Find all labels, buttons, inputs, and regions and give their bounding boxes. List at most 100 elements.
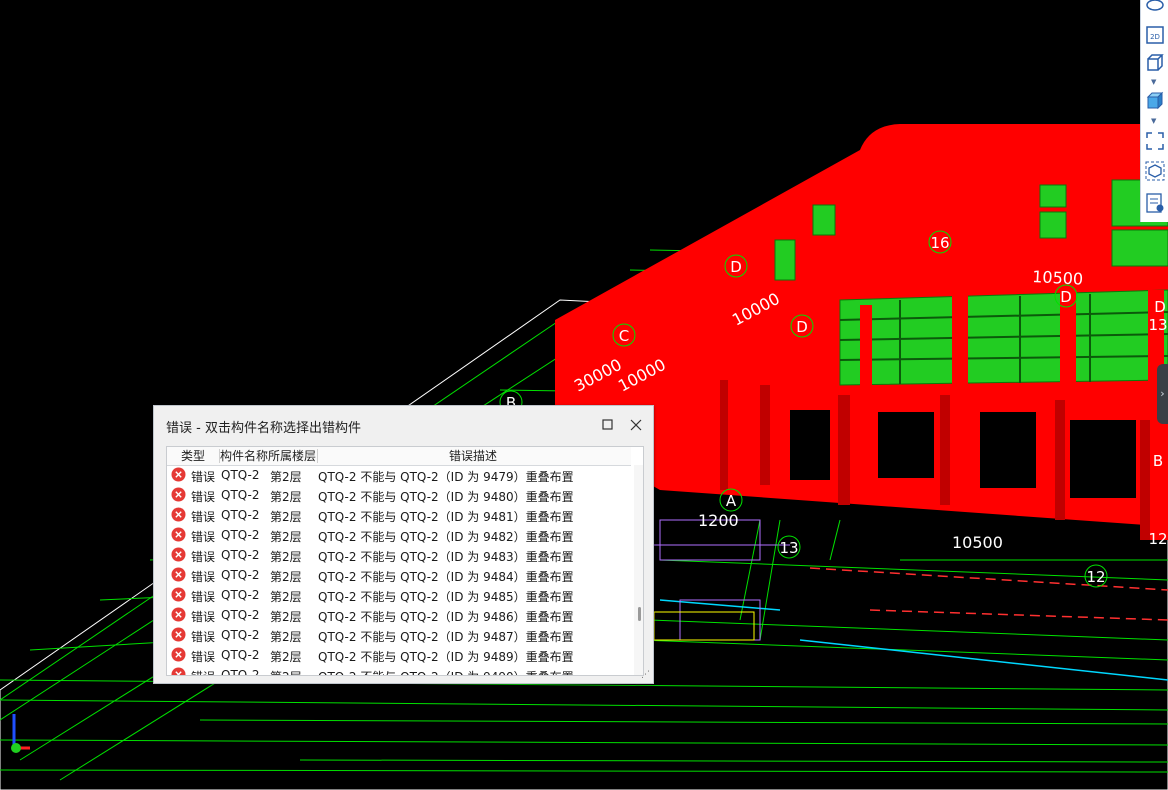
svg-text:2D: 2D: [1150, 33, 1160, 41]
orbit-icon[interactable]: [1144, 0, 1166, 22]
view-3d-dropdown-icon[interactable]: ▼: [1151, 79, 1156, 86]
cell-component-name[interactable]: QTQ-2: [221, 588, 260, 602]
view-2d-icon[interactable]: 2D: [1144, 24, 1166, 46]
column-header-description[interactable]: 错误描述: [449, 448, 497, 464]
dim-1200: 1200: [698, 511, 739, 530]
axis-label-d1: D: [730, 258, 742, 276]
cell-component-name[interactable]: QTQ-2: [221, 488, 260, 502]
scrollbar-thumb[interactable]: [638, 607, 641, 621]
table-row[interactable]: 错误 QTQ-2 第2层 QTQ-2 不能与 QTQ-2（ID 为 9484）重叠布置: [167, 565, 637, 585]
cell-component-name[interactable]: QTQ-2: [221, 608, 260, 622]
error-circle-icon: [171, 547, 186, 562]
table-row[interactable]: 错误 QTQ-2 第2层 QTQ-2 不能与 QTQ-2（ID 为 9480）重叠布置: [167, 485, 637, 505]
error-circle-icon: [171, 567, 186, 582]
cell-type: 错误: [191, 490, 216, 504]
table-row[interactable]: 错误 QTQ-2 第2层 QTQ-2 不能与 QTQ-2（ID 为 9481）重叠布置: [167, 505, 637, 525]
close-icon: [630, 419, 642, 431]
column-divider: [317, 449, 318, 463]
error-list-body: 错误 QTQ-2 第2层 QTQ-2 不能与 QTQ-2（ID 为 9479）重叠布置…: [167, 465, 637, 675]
cell-type: 错误: [191, 470, 216, 484]
view-3d-solid-icon[interactable]: [1144, 90, 1166, 112]
cell-description: QTQ-2 不能与 QTQ-2（ID 为 9481）重叠布置: [318, 510, 574, 524]
cell-type: 错误: [191, 668, 215, 675]
axis-label-d2: D: [796, 318, 808, 336]
axis-label-b2: B: [1153, 452, 1163, 470]
column-header-floor[interactable]: 所属楼层: [268, 448, 316, 464]
error-list-header: 类型 构件名称 所属楼层 错误描述: [167, 447, 631, 466]
dim-10500-bottom: 10500: [952, 533, 1003, 552]
column-header-name[interactable]: 构件名称: [220, 448, 268, 464]
error-circle-icon: [171, 587, 186, 602]
maximize-icon: [602, 419, 613, 430]
maximize-button[interactable]: [598, 415, 618, 435]
table-row[interactable]: 错误 QTQ-2 第2层 QTQ-2 不能与 QTQ-2（ID 为 9479）重叠布置: [167, 465, 637, 485]
axis-label-12a: 12: [1086, 568, 1105, 586]
cell-type: 错误: [191, 510, 216, 524]
axis-label-16: 16: [930, 234, 949, 252]
table-row[interactable]: 错误 QTQ-2 第2层 QTQ-2 不能与 QTQ-2（ID 为 9487）重叠布置: [167, 625, 637, 645]
cell-description: QTQ-2 不能与 QTQ-2（ID 为 9484）重叠布置: [318, 570, 574, 584]
cell-floor: 第2层: [270, 590, 302, 604]
table-row[interactable]: 错误 QTQ-2 第2层 QTQ-2 不能与 QTQ-2（ID 为 9486）重叠布置: [167, 605, 637, 625]
cell-component-name[interactable]: QTQ-2: [221, 508, 260, 522]
side-panel-expand-handle[interactable]: ›: [1157, 364, 1168, 424]
cell-floor: 第2层: [270, 630, 302, 644]
error-circle-icon: [171, 607, 186, 622]
view-toolbar: 2D ▼ ▼: [1140, 0, 1168, 222]
cell-floor: 第2层: [270, 530, 302, 544]
resize-grip-icon[interactable]: ⋰: [641, 671, 650, 680]
error-circle-icon: [171, 527, 186, 542]
close-button[interactable]: [626, 415, 646, 435]
table-row[interactable]: 错误 QTQ-2 第2层 QTQ-2 不能与 QTQ-2（ID 为 9485）重叠布置: [167, 585, 637, 605]
axis-label-12b: 12: [1148, 530, 1167, 548]
axis-label-13a: 13: [1148, 316, 1167, 334]
cell-type: 错误: [191, 570, 216, 584]
cell-floor: 第2层: [270, 490, 302, 504]
stair-outline: [653, 611, 755, 641]
table-row[interactable]: 错误 QTQ-2 第2层 QTQ-2 不能与 QTQ-2（ID 为 9489）重叠布置: [167, 645, 637, 665]
cell-component-name[interactable]: QTQ-2: [221, 468, 260, 482]
axis-gizmo-icon: [11, 714, 30, 753]
cell-description: QTQ-2 不能与 QTQ-2（ID 为 9490）重叠布置: [318, 668, 574, 675]
dialog-title: 错误 - 双击构件名称选择出错构件: [166, 421, 361, 436]
chevron-right-icon: ›: [1160, 387, 1165, 400]
table-row[interactable]: 错误 QTQ-2 第2层 QTQ-2 不能与 QTQ-2（ID 为 9490）重叠布置: [167, 665, 637, 675]
cell-type: 错误: [191, 610, 216, 624]
error-circle-icon: [171, 507, 186, 522]
error-list[interactable]: 类型 构件名称 所属楼层 错误描述 错误 QTQ-2 第2层 QTQ-2 不能与 QT…: [166, 446, 644, 676]
cell-floor: 第2层: [270, 550, 302, 564]
cell-component-name[interactable]: QTQ-2: [221, 668, 260, 675]
cell-component-name[interactable]: QTQ-2: [221, 648, 260, 662]
view-3d-wire-icon[interactable]: [1144, 52, 1166, 74]
cell-type: 错误: [191, 630, 216, 644]
cell-type: 错误: [191, 590, 216, 604]
cell-floor: 第2层: [270, 610, 302, 624]
error-dialog: 错误 - 双击构件名称选择出错构件 类型 构件名称 所属楼层 错误描述 错误 QT…: [153, 405, 654, 684]
cell-description: QTQ-2 不能与 QTQ-2（ID 为 9482）重叠布置: [318, 530, 574, 544]
cell-type: 错误: [191, 650, 216, 664]
view-solid-dropdown-icon[interactable]: ▼: [1151, 118, 1156, 125]
vertical-scrollbar[interactable]: [634, 465, 643, 675]
dim-10500-top: 10500: [1032, 267, 1084, 289]
error-circle-icon: [171, 647, 186, 662]
table-row[interactable]: 错误 QTQ-2 第2层 QTQ-2 不能与 QTQ-2（ID 为 9483）重叠布置: [167, 545, 637, 565]
cell-description: QTQ-2 不能与 QTQ-2（ID 为 9485）重叠布置: [318, 590, 574, 604]
cell-description: QTQ-2 不能与 QTQ-2（ID 为 9486）重叠布置: [318, 610, 574, 624]
cell-floor: 第2层: [270, 510, 302, 524]
cell-type: 错误: [191, 530, 216, 544]
cell-component-name[interactable]: QTQ-2: [221, 628, 260, 642]
column-header-type[interactable]: 类型: [181, 448, 205, 464]
table-row[interactable]: 错误 QTQ-2 第2层 QTQ-2 不能与 QTQ-2（ID 为 9482）重叠布置: [167, 525, 637, 545]
cell-floor: 第2层: [270, 570, 302, 584]
error-circle-icon: [171, 667, 186, 675]
cell-component-name[interactable]: QTQ-2: [221, 568, 260, 582]
report-icon[interactable]: [1144, 192, 1166, 214]
error-circle-icon: [171, 467, 186, 482]
cell-description: QTQ-2 不能与 QTQ-2（ID 为 9479）重叠布置: [318, 470, 574, 484]
cell-floor: 第2层: [270, 650, 302, 664]
section-box-icon[interactable]: [1144, 160, 1166, 182]
cell-component-name[interactable]: QTQ-2: [221, 528, 260, 542]
fit-view-icon[interactable]: [1144, 130, 1166, 152]
axis-label-d4: D: [1154, 298, 1166, 316]
cell-component-name[interactable]: QTQ-2: [221, 548, 260, 562]
